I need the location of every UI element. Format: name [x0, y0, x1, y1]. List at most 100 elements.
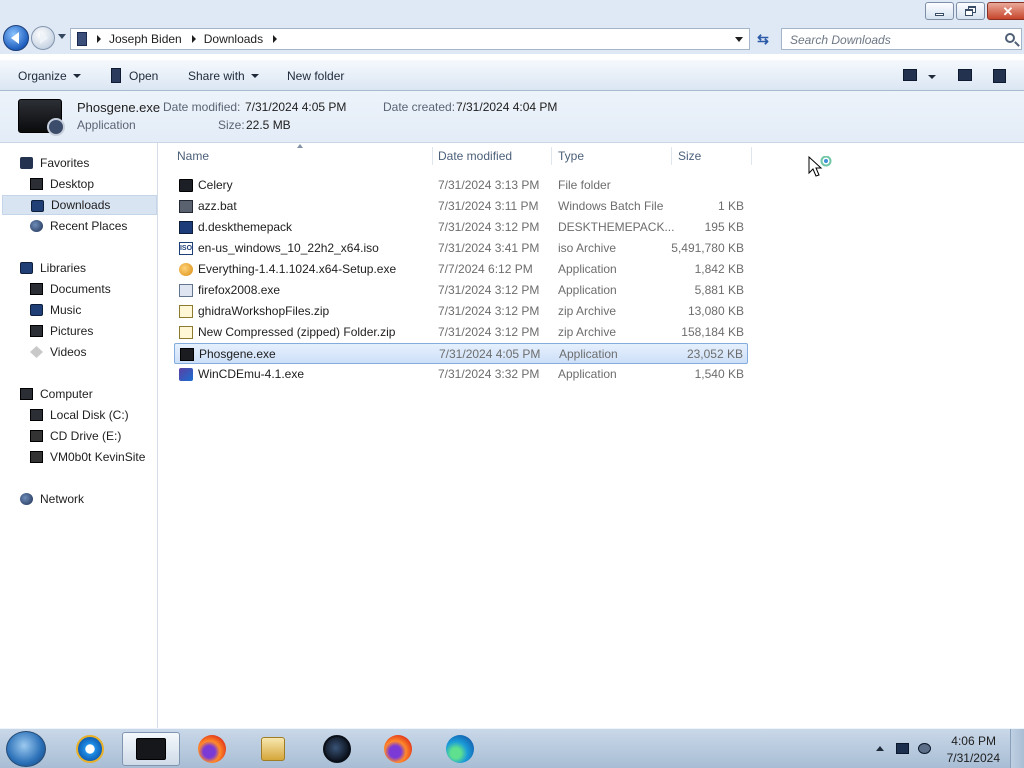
file-row[interactable]: firefox2008.exe 7/31/2024 3:12 PM Applicat…	[174, 280, 748, 301]
file-row-selected[interactable]: Phosgene.exe 7/31/2024 4:05 PM Application…	[174, 343, 748, 364]
back-button[interactable]	[3, 25, 29, 51]
file-row[interactable]: d.deskthemepack 7/31/2024 3:12 PM DESKTHEM…	[174, 217, 748, 238]
phosgene-exe-icon	[18, 99, 65, 136]
sidebar-group-favorites[interactable]: Favorites	[0, 153, 158, 173]
file-type: DESKTHEMEPACK...	[558, 220, 675, 234]
taskbar-firefox-2[interactable]	[369, 732, 427, 766]
show-desktop-button[interactable]	[1010, 729, 1024, 768]
location-icon	[77, 32, 87, 46]
back-arrow-icon	[11, 32, 19, 44]
file-name: Everything-1.4.1.1024.x64-Setup.exe	[198, 262, 397, 276]
taskbar-media-player[interactable]	[244, 732, 302, 766]
file-row[interactable]: ghidraWorkshopFiles.zip 7/31/2024 3:12 PM…	[174, 301, 748, 322]
breadcrumb-chevron-icon[interactable]	[191, 35, 196, 43]
sidebar-item-recent-places[interactable]: Recent Places	[2, 216, 157, 236]
view-options-dropdown[interactable]	[928, 75, 936, 79]
search-icon[interactable]	[1005, 33, 1015, 43]
file-name: WinCDEmu-4.1.exe	[198, 367, 305, 381]
network-status-icon[interactable]	[896, 743, 909, 754]
sidebar-label: CD Drive (E:)	[50, 429, 122, 443]
change-view-icon[interactable]	[903, 69, 917, 81]
wincdemu-icon	[179, 368, 193, 381]
file-date: 7/31/2024 3:12 PM	[438, 304, 540, 318]
file-row[interactable]: azz.bat 7/31/2024 3:11 PM Windows Batch Fi…	[174, 196, 748, 217]
sidebar-item-documents[interactable]: Documents	[2, 279, 157, 299]
file-row[interactable]: New Compressed (zipped) Folder.zip 7/31/2…	[174, 322, 748, 343]
taskbar-windows-explorer[interactable]	[122, 732, 180, 766]
size-label: Size:	[218, 118, 245, 132]
file-name: en-us_windows_10_22h2_x64.iso	[198, 241, 379, 255]
sidebar-item-music[interactable]: Music	[2, 300, 157, 320]
sidebar-item-pictures[interactable]: Pictures	[2, 321, 157, 341]
firefox-icon	[384, 735, 412, 763]
date-created-label: Date created:	[383, 100, 456, 114]
file-row[interactable]: Everything-1.4.1.1024.x64-Setup.exe 7/7/2…	[174, 259, 748, 280]
file-name: Phosgene.exe	[199, 347, 276, 361]
sidebar-group-network[interactable]: Network	[0, 489, 158, 509]
clock-date[interactable]: 7/31/2024	[947, 751, 1000, 765]
column-divider[interactable]	[751, 147, 752, 165]
breadcrumb-user[interactable]: Joseph Biden	[109, 32, 182, 46]
minimize-button[interactable]	[925, 2, 954, 20]
column-header-type[interactable]: Type	[552, 145, 672, 167]
breadcrumb-chevron-icon[interactable]	[273, 35, 278, 43]
navigation-bar: Joseph Biden Downloads ⇆ Search Download…	[0, 24, 1024, 54]
column-header-size[interactable]: Size	[672, 145, 751, 167]
sidebar-item-desktop[interactable]: Desktop	[2, 174, 157, 194]
sidebar-item-videos[interactable]: Videos	[2, 342, 157, 362]
videos-icon	[30, 346, 43, 358]
recent-pages-dropdown[interactable]	[58, 34, 66, 39]
file-row[interactable]: WinCDEmu-4.1.exe 7/31/2024 3:32 PM Applica…	[174, 364, 748, 385]
close-button[interactable]: ✕	[987, 2, 1024, 20]
taskbar-dark-app[interactable]	[308, 732, 366, 766]
new-folder-button[interactable]: New folder	[287, 69, 344, 83]
restore-button[interactable]	[956, 2, 985, 20]
sidebar-label: Pictures	[50, 324, 94, 338]
sidebar-group-libraries[interactable]: Libraries	[0, 258, 158, 278]
file-row[interactable]: ISO en-us_windows_10_22h2_x64.iso 7/31/202…	[174, 238, 748, 259]
column-header-name[interactable]: Name	[171, 145, 432, 167]
sidebar-group-computer[interactable]: Computer	[0, 384, 158, 404]
command-bar: Organize Open Share with New folder	[0, 59, 1024, 91]
explorer-icon	[136, 738, 166, 760]
show-hidden-icons-button[interactable]	[876, 746, 884, 751]
start-button[interactable]	[6, 731, 46, 767]
help-icon[interactable]	[993, 69, 1006, 83]
sidebar-item-cd-drive[interactable]: CD Drive (E:)	[2, 426, 157, 446]
internet-explorer-icon	[76, 735, 104, 763]
taskbar-edge[interactable]	[431, 732, 489, 766]
file-date: 7/31/2024 3:11 PM	[438, 199, 539, 213]
volume-icon[interactable]	[918, 743, 931, 754]
sidebar-label: Desktop	[50, 177, 95, 191]
organize-menu[interactable]: Organize	[18, 69, 81, 83]
open-app-icon	[111, 68, 121, 83]
taskbar-internet-explorer[interactable]	[61, 732, 119, 766]
address-history-dropdown[interactable]	[735, 37, 743, 42]
sidebar-item-local-disk[interactable]: Local Disk (C:)	[2, 405, 157, 425]
file-date: 7/7/2024 6:12 PM	[438, 262, 533, 276]
file-date: 7/31/2024 3:12 PM	[438, 220, 540, 234]
file-type: Application	[558, 367, 617, 381]
sidebar-item-network-drive[interactable]: VM0b0t KevinSite	[2, 447, 157, 467]
column-header-date-modified[interactable]: Date modified	[432, 145, 552, 167]
open-button[interactable]: Open	[111, 68, 158, 83]
column-label: Date modified	[438, 149, 513, 163]
sidebar-label: Network	[40, 492, 85, 506]
refresh-button[interactable]: ⇆	[752, 28, 774, 50]
organize-label: Organize	[18, 69, 67, 83]
preview-pane-icon[interactable]	[958, 69, 972, 81]
share-with-menu[interactable]: Share with	[188, 69, 259, 83]
sidebar-item-downloads[interactable]: Downloads	[2, 195, 157, 215]
folder-icon	[179, 179, 193, 192]
file-row[interactable]: Celery 7/31/2024 3:13 PM File folder	[174, 175, 748, 196]
file-size: 5,881 KB	[694, 283, 744, 297]
clock-time[interactable]: 4:06 PM	[951, 734, 996, 748]
exe-icon	[179, 284, 193, 297]
date-created-value: 7/31/2024 4:04 PM	[456, 100, 558, 114]
breadcrumb-chevron-icon[interactable]	[97, 35, 101, 43]
breadcrumb-downloads[interactable]: Downloads	[204, 32, 263, 46]
search-input[interactable]: Search Downloads	[781, 28, 1022, 50]
address-bar[interactable]: Joseph Biden Downloads	[70, 28, 750, 50]
taskbar-firefox[interactable]	[183, 732, 241, 766]
forward-button[interactable]	[31, 26, 55, 50]
